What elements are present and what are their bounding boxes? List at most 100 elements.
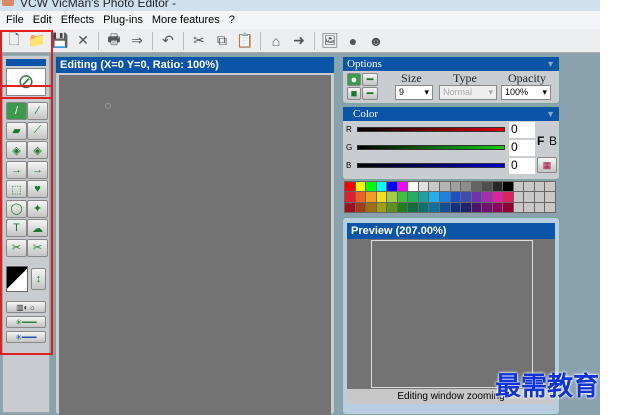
palette-swatch[interactable]: [534, 182, 545, 192]
palette-swatch[interactable]: [492, 182, 503, 192]
menu-effects[interactable]: Effects: [61, 14, 94, 26]
menu-plugins[interactable]: Plug-ins: [103, 14, 143, 26]
green-value[interactable]: 0: [509, 140, 535, 156]
palette-swatch[interactable]: [408, 202, 418, 212]
r-label: R: [346, 125, 352, 134]
export-icon[interactable]: ➜: [289, 31, 309, 51]
palette-swatch[interactable]: [482, 182, 492, 192]
palette-swatch[interactable]: [376, 192, 387, 202]
home-icon[interactable]: ⌂: [266, 31, 286, 51]
palette-swatch[interactable]: [408, 192, 418, 202]
round-brush-icon[interactable]: ●: [347, 73, 361, 86]
square-brush-icon[interactable]: ■: [347, 87, 361, 100]
collapse-icon[interactable]: ▼: [546, 59, 555, 69]
palette-swatch[interactable]: [418, 182, 429, 192]
menu-edit[interactable]: Edit: [33, 14, 52, 26]
palette-swatch[interactable]: [471, 182, 482, 192]
palette-swatch[interactable]: [429, 202, 439, 212]
palette-swatch[interactable]: [492, 202, 503, 212]
mask-icon[interactable]: ●: [343, 31, 363, 51]
palette-swatch[interactable]: [534, 202, 545, 212]
palette-swatch[interactable]: [345, 202, 355, 212]
face-icon[interactable]: ☻: [366, 31, 386, 51]
green-slider[interactable]: [357, 145, 505, 150]
palette-swatch[interactable]: [471, 192, 482, 202]
undo-icon[interactable]: ↶: [158, 31, 178, 51]
close-icon[interactable]: ✕: [73, 31, 93, 51]
palette-swatch[interactable]: [397, 192, 408, 202]
blue-value[interactable]: 0: [509, 158, 535, 174]
palette-swatch[interactable]: [439, 192, 450, 202]
palette-swatch[interactable]: [366, 192, 376, 202]
palette-swatch[interactable]: [355, 182, 366, 192]
palette-swatch[interactable]: [461, 182, 471, 192]
palette-swatch[interactable]: [345, 192, 355, 202]
palette-swatch[interactable]: [524, 192, 534, 202]
type-select[interactable]: Normal: [439, 85, 497, 100]
menu-file[interactable]: File: [6, 14, 24, 26]
palette-swatch[interactable]: [450, 202, 461, 212]
palette-swatch[interactable]: [461, 202, 471, 212]
image-icon[interactable]: 🖼: [320, 31, 340, 51]
size-select[interactable]: 9: [395, 85, 433, 100]
palette-swatch[interactable]: [534, 192, 545, 202]
palette-swatch[interactable]: [450, 192, 461, 202]
palette-swatch[interactable]: [387, 182, 397, 192]
palette-swatch[interactable]: [376, 182, 387, 192]
palette-swatch[interactable]: [439, 202, 450, 212]
paste-icon[interactable]: 📋: [235, 31, 255, 51]
palette-swatch[interactable]: [545, 192, 555, 202]
palette-swatch[interactable]: [471, 202, 482, 212]
scan-icon[interactable]: ⇒: [127, 31, 147, 51]
square-line-icon[interactable]: ━: [362, 87, 378, 100]
palette-swatch[interactable]: [513, 202, 524, 212]
menu-help[interactable]: ?: [229, 14, 235, 26]
palette-swatch[interactable]: [545, 202, 555, 212]
palette-swatch[interactable]: [503, 182, 513, 192]
round-line-icon[interactable]: ━: [362, 73, 378, 86]
palette-swatch[interactable]: [503, 202, 513, 212]
palette-swatch[interactable]: [450, 182, 461, 192]
palette-swatch[interactable]: [429, 182, 439, 192]
palette-swatch[interactable]: [418, 202, 429, 212]
palette-swatch[interactable]: [513, 192, 524, 202]
palette-swatch[interactable]: [545, 182, 555, 192]
palette-swatch[interactable]: [366, 182, 376, 192]
blue-slider[interactable]: [357, 163, 505, 168]
palette-swatch[interactable]: [387, 202, 397, 212]
palette-swatch[interactable]: [439, 182, 450, 192]
print-icon[interactable]: 🖶: [104, 31, 124, 51]
palette-swatch[interactable]: [408, 182, 418, 192]
palette-swatch[interactable]: [524, 182, 534, 192]
palette-swatch[interactable]: [376, 202, 387, 212]
palette-swatch[interactable]: [503, 192, 513, 202]
red-slider[interactable]: [357, 127, 505, 132]
palette-swatch[interactable]: [429, 192, 439, 202]
collapse-icon[interactable]: ▼: [546, 109, 555, 119]
palette-swatch[interactable]: [482, 202, 492, 212]
palette-swatch[interactable]: [482, 192, 492, 202]
palette-swatch[interactable]: [524, 202, 534, 212]
palette-menu-icon[interactable]: ▦: [537, 157, 557, 173]
palette-swatch[interactable]: [387, 192, 397, 202]
cut-icon[interactable]: ✂: [189, 31, 209, 51]
palette-swatch[interactable]: [366, 202, 376, 212]
palette-swatch[interactable]: [355, 192, 366, 202]
palette-swatch[interactable]: [492, 192, 503, 202]
palette-swatch[interactable]: [345, 182, 355, 192]
copy-icon[interactable]: ⧉: [212, 31, 232, 51]
title-bar: VCW VicMan's Photo Editor -: [0, 0, 600, 11]
menu-more-features[interactable]: More features: [152, 14, 220, 26]
foreground-button[interactable]: F: [537, 134, 544, 148]
save-icon[interactable]: 💾: [50, 31, 70, 51]
palette-swatch[interactable]: [355, 202, 366, 212]
opacity-select[interactable]: 100%: [501, 85, 551, 100]
red-value[interactable]: 0: [509, 122, 535, 138]
palette-swatch[interactable]: [418, 192, 429, 202]
palette-swatch[interactable]: [461, 192, 471, 202]
palette-swatch[interactable]: [397, 182, 408, 192]
background-button[interactable]: B: [549, 134, 557, 148]
palette-swatch[interactable]: [513, 182, 524, 192]
editing-canvas[interactable]: [59, 75, 331, 415]
palette-swatch[interactable]: [397, 202, 408, 212]
